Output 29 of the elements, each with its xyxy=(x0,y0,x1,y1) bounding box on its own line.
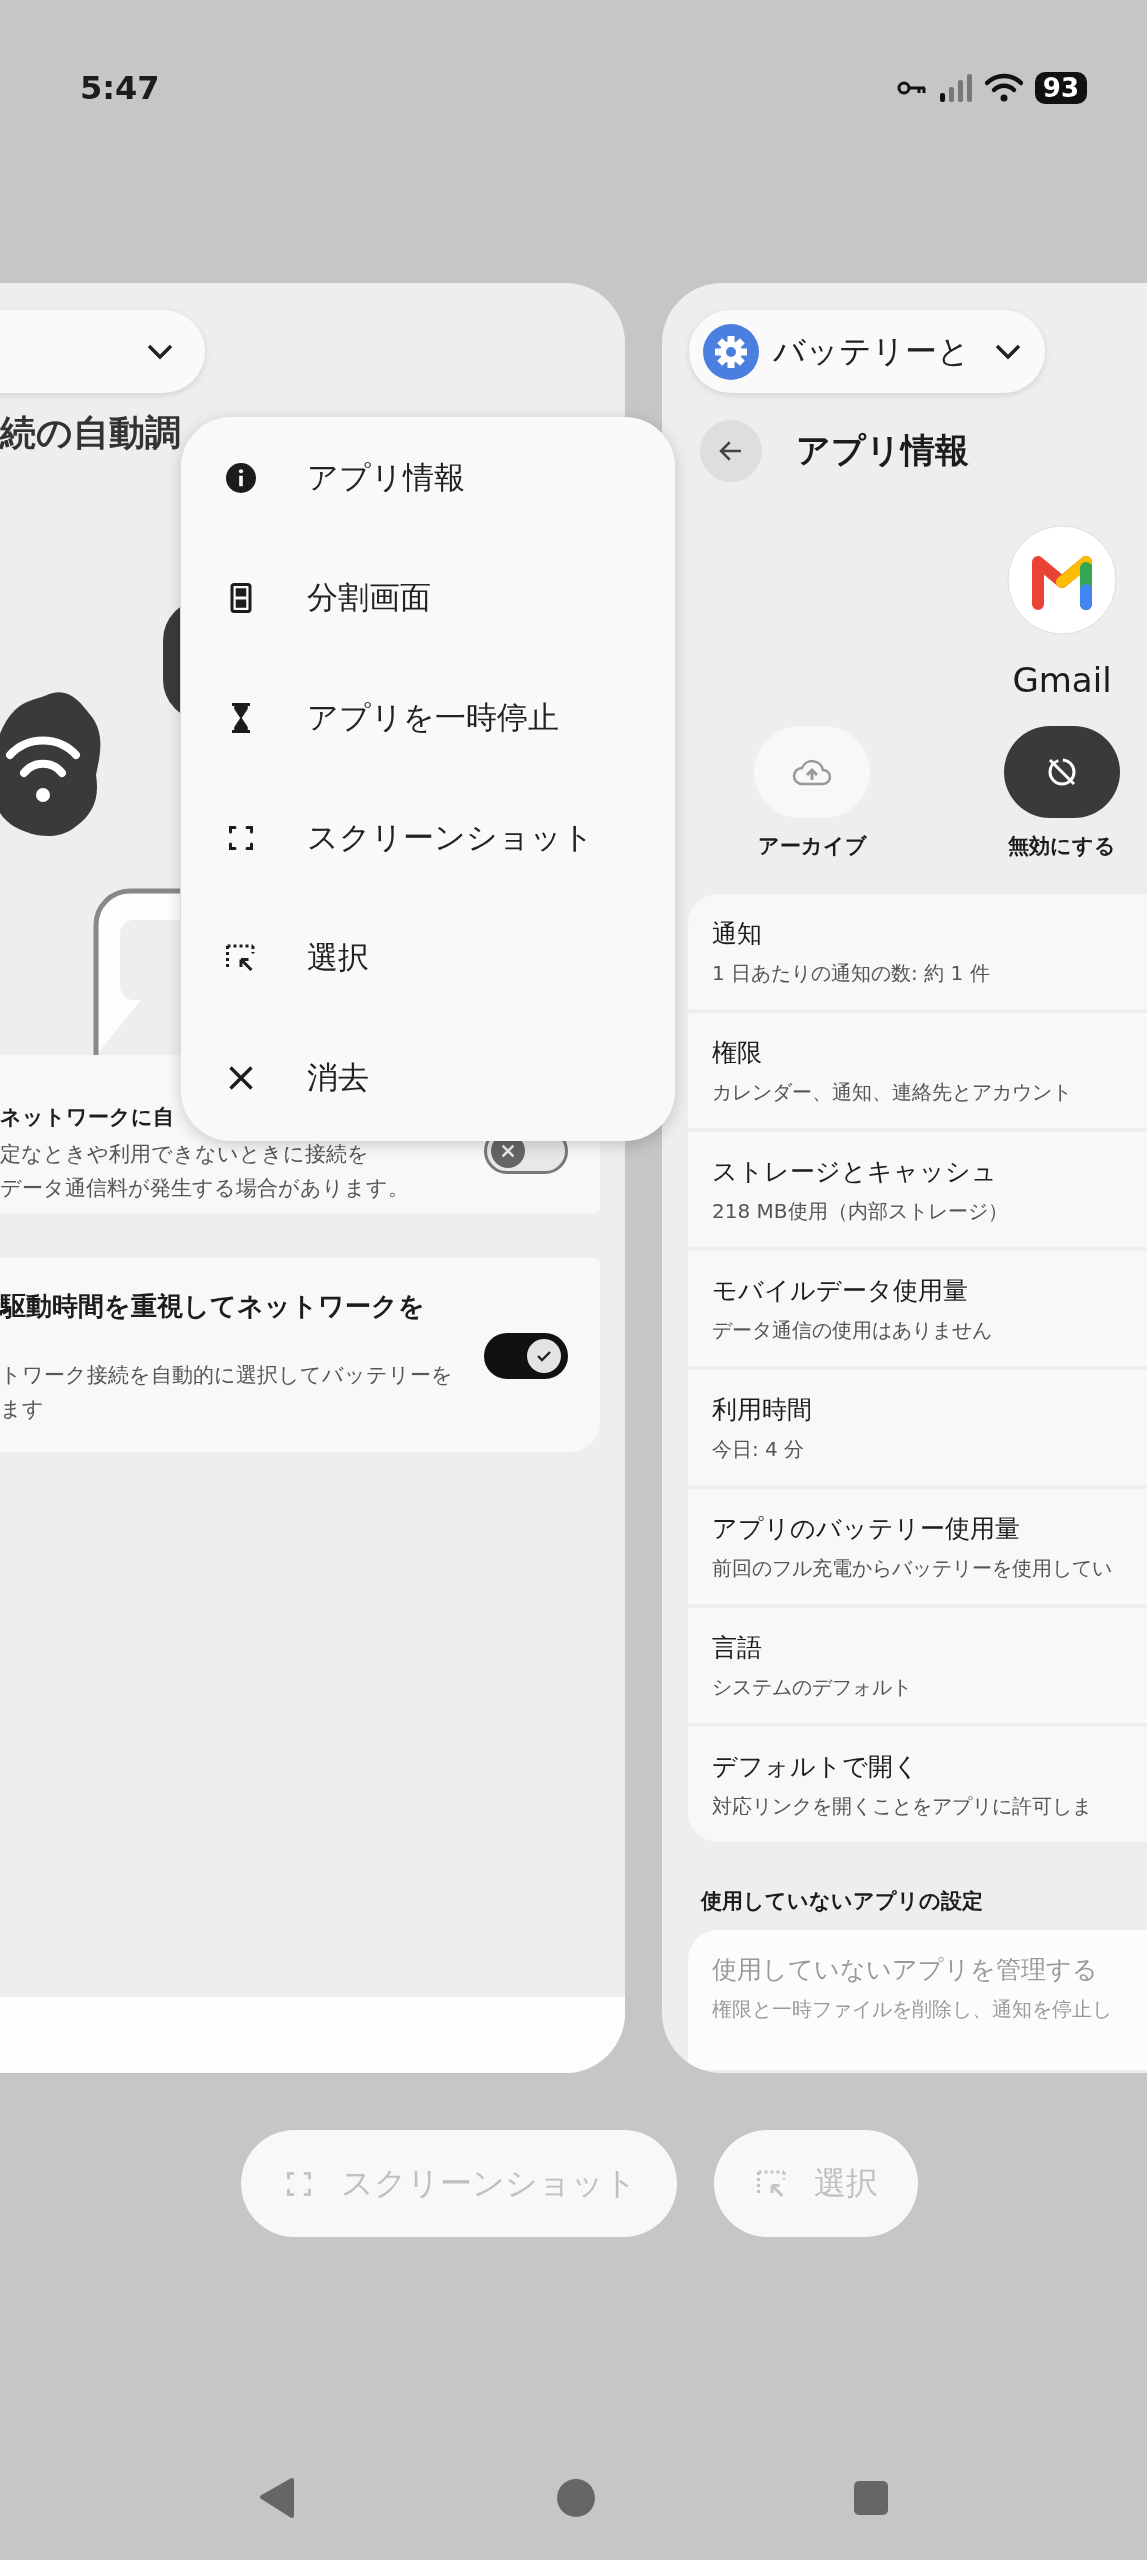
item-subtitle: システムのデフォルト xyxy=(712,1674,913,1701)
item-title: アプリのバッテリー使用量 xyxy=(712,1513,1021,1545)
item-title: ストレージとキャッシュ xyxy=(712,1156,998,1188)
section-header: 使用していないアプリの設定 xyxy=(701,1888,984,1915)
app-name: Gmail xyxy=(1012,659,1112,702)
item-title: 言語 xyxy=(712,1632,763,1664)
setting-description: 定なときや利用できないときに接続を データ通信料が発生する場合があります。 xyxy=(0,1141,410,1202)
item-subtitle: 1 日あたりの通知の数: 約 1 件 xyxy=(712,960,991,987)
item-title: 通知 xyxy=(712,918,763,950)
page-title: アプリ情報 xyxy=(796,429,969,472)
item-subtitle: 今日: 4 分 xyxy=(712,1436,806,1463)
item-title: 権限 xyxy=(712,1037,763,1069)
item-subtitle: カレンダー、通知、連絡先とアカウント xyxy=(712,1079,1073,1106)
item-subtitle: データ通信の使用はありません xyxy=(712,1317,993,1344)
item-title: モバイルデータ使用量 xyxy=(712,1275,969,1307)
item-subtitle: 前回のフル充電からバッテリーを使用してい xyxy=(712,1555,1113,1582)
battery-indicator: 93 xyxy=(1034,72,1087,104)
item-subtitle: 218 MB使用（内部ストレージ） xyxy=(712,1198,1009,1225)
item-subtitle: 権限と一時ファイルを削除し、通知を停止し xyxy=(712,1996,1113,2023)
item-title: 使用していないアプリを管理する xyxy=(712,1954,1099,1986)
action-label: 無効にする xyxy=(1008,833,1116,860)
setting-description: トワーク接続を自動的に選択してバッテリーを ます xyxy=(0,1362,454,1423)
action-label: アーカイブ xyxy=(757,833,867,860)
app-label: バッテリーと xyxy=(773,330,971,372)
item-subtitle: 対応リンクを開くことをアプリに許可しま xyxy=(712,1793,1093,1820)
item-title: デフォルトで開く xyxy=(712,1751,920,1783)
setting-title: ネットワークに自 xyxy=(0,1104,175,1131)
item-title: 利用時間 xyxy=(712,1394,813,1426)
status-time: 5:47 xyxy=(80,68,160,108)
